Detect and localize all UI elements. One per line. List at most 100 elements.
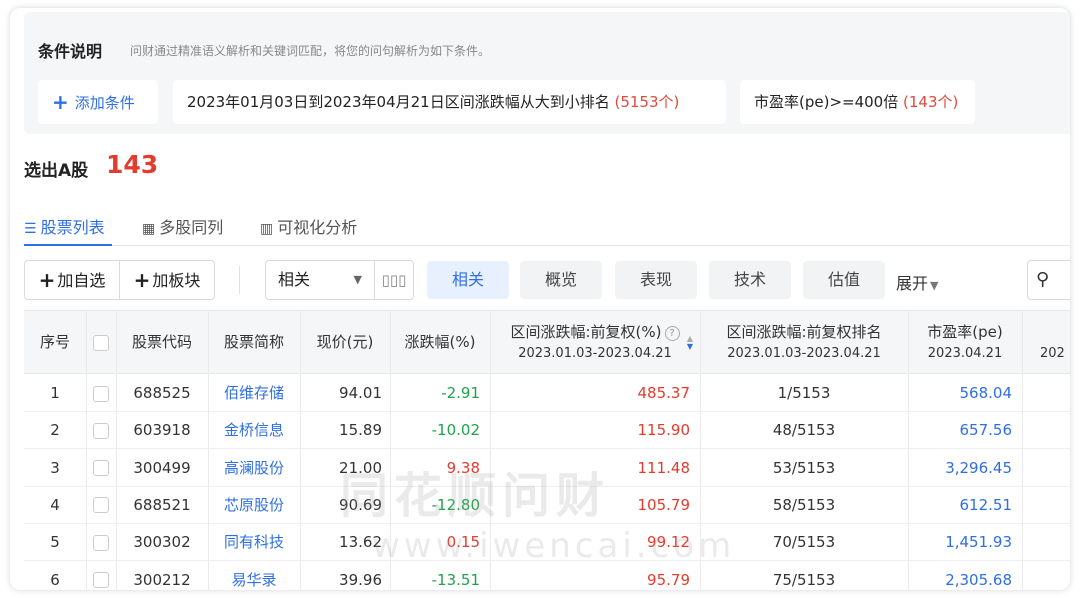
add-favorite-button[interactable]: + 加自选 xyxy=(24,260,120,300)
pe-value: 568.04 xyxy=(959,384,1013,402)
row-checkbox[interactable] xyxy=(93,385,109,402)
plus-icon: + xyxy=(52,90,69,114)
stock-code: 300212 xyxy=(133,570,191,589)
price-value: 15.89 xyxy=(339,421,382,440)
table-row[interactable]: 1 688525 佰维存储 94.01 -2.91 485.37 1/5153 568.04 xyxy=(24,375,1070,412)
table-row[interactable]: 4 688521 芯原股份 90.69 -12.80 105.79 58/5153 612.5… xyxy=(24,487,1070,524)
price-value: 94.01 xyxy=(339,384,382,402)
tab-label: 可视化分析 xyxy=(277,218,358,237)
table-row[interactable]: 3 300499 高澜股份 21.00 9.38 111.48 53/5153 3,296.4… xyxy=(24,450,1070,487)
range-rank-value: 53/5153 xyxy=(772,458,836,477)
row-checkbox-cell xyxy=(86,375,116,412)
header-change[interactable]: 涨跌幅(%) xyxy=(390,311,490,375)
tab-visual-analysis[interactable]: ▥ 可视化分析 xyxy=(260,214,357,238)
range-change-value: 95.79 xyxy=(647,570,690,589)
row-checkbox[interactable] xyxy=(93,497,109,514)
condition-chip-pe[interactable]: 市盈率(pe)>=400倍 (143个) xyxy=(740,80,975,124)
tab-multi-stock[interactable]: ▦ 多股同列 xyxy=(142,214,223,238)
select-all-checkbox[interactable] xyxy=(93,334,109,351)
row-index: 2 xyxy=(50,421,60,440)
pe-value: 1,451.93 xyxy=(945,533,1012,552)
table-row[interactable]: 5 300302 同有科技 13.62 0.15 99.12 70/5153 1,451.93 xyxy=(24,524,1070,562)
stock-name-link[interactable]: 高澜股份 xyxy=(208,450,300,487)
expand-label: 展开 xyxy=(896,274,929,293)
header-pe-date: 2023.04.21 xyxy=(927,346,1003,361)
filter-tab-related[interactable]: 相关 xyxy=(427,261,509,299)
column-settings-button[interactable]: ▯▯▯ xyxy=(374,260,414,300)
header-range-change[interactable]: 区间涨跌幅:前复权(%)? 2023.01.03-2023.04.21 ▲ ▼ xyxy=(490,311,700,375)
list-icon: ☰ xyxy=(24,221,37,237)
range-rank-value: 58/5153 xyxy=(772,495,836,514)
tab-label: 多股同列 xyxy=(159,218,224,237)
filter-tab-performance[interactable]: 表现 xyxy=(615,261,697,299)
stock-code: 603918 xyxy=(133,421,191,440)
result-count: 143 xyxy=(106,150,159,179)
row-checkbox[interactable] xyxy=(93,572,109,588)
range-rank-value: 1/5153 xyxy=(777,384,831,402)
stock-name-link[interactable]: 佰维存储 xyxy=(208,375,300,412)
condition-text: 2023年01月03日到2023年04月21日区间涨跌幅从大到小排名 xyxy=(187,93,610,111)
header-extra-date: 202 xyxy=(1040,346,1065,361)
filter-tab-overview[interactable]: 概览 xyxy=(520,261,602,299)
table-row[interactable]: 2 603918 金桥信息 15.89 -10.02 115.90 48/5153 657.5… xyxy=(24,412,1070,450)
add-block-button[interactable]: + 加板块 xyxy=(119,260,215,300)
pe-value: 3,296.45 xyxy=(945,458,1012,477)
pe-value: 612.51 xyxy=(959,495,1013,514)
header-index: 序号 xyxy=(39,333,70,351)
help-icon[interactable]: ? xyxy=(664,326,680,341)
header-extra[interactable]: 202 xyxy=(1022,311,1070,375)
stock-name-link[interactable]: 芯原股份 xyxy=(208,487,300,524)
change-value: -10.02 xyxy=(431,421,480,440)
add-favorite-label: 加自选 xyxy=(57,271,106,290)
range-change-value: 111.48 xyxy=(637,458,691,477)
row-index: 5 xyxy=(50,533,60,552)
header-range-change-date: 2023.01.03-2023.04.21 xyxy=(518,346,672,361)
header-select-all[interactable] xyxy=(86,311,116,375)
stock-code: 300302 xyxy=(133,533,191,552)
stock-name-link[interactable]: 易华录 xyxy=(208,562,300,591)
add-condition-button[interactable]: + 添加条件 xyxy=(38,80,158,124)
header-range-rank[interactable]: 区间涨跌幅:前复权排名 2023.01.03-2023.04.21 xyxy=(700,311,908,375)
sort-desc-icon[interactable]: ▲ ▼ xyxy=(686,335,694,351)
condition-count: (5153个) xyxy=(614,93,680,111)
change-value: -2.91 xyxy=(441,384,480,402)
filter-tab-valuation[interactable]: 估值 xyxy=(803,261,885,299)
row-index: 4 xyxy=(50,495,60,514)
stock-name-link[interactable]: 同有科技 xyxy=(208,524,300,561)
header-code[interactable]: 股票代码 xyxy=(116,311,208,375)
header-range-rank-label: 区间涨跌幅:前复权排名 xyxy=(726,323,882,341)
row-checkbox[interactable] xyxy=(93,422,109,439)
add-block-label: 加板块 xyxy=(152,271,201,290)
range-change-value: 105.79 xyxy=(637,495,691,514)
filter-tab-technical[interactable]: 技术 xyxy=(709,261,791,299)
row-checkbox-cell xyxy=(86,487,116,524)
sort-select[interactable]: 相关 ▼ xyxy=(265,260,375,300)
stock-name-link[interactable]: 金桥信息 xyxy=(208,412,300,449)
condition-chip-range[interactable]: 2023年01月03日到2023年04月21日区间涨跌幅从大到小排名 (5153… xyxy=(173,80,726,124)
table-search-input[interactable]: ⚲ xyxy=(1027,260,1070,300)
conditions-title: 条件说明 xyxy=(38,42,103,61)
conditions-description: 问财通过精准语义解析和关键词匹配，将您的问句解析为如下条件。 xyxy=(130,44,491,58)
tab-label: 股票列表 xyxy=(40,218,105,237)
change-value: -12.80 xyxy=(431,495,480,514)
header-name[interactable]: 股票简称 xyxy=(208,311,300,375)
row-checkbox[interactable] xyxy=(93,460,109,477)
header-price[interactable]: 现价(元) xyxy=(300,311,390,375)
plus-icon: + xyxy=(133,268,151,292)
plus-icon: + xyxy=(38,268,56,292)
tab-stock-list[interactable]: ☰ 股票列表 xyxy=(24,214,105,238)
row-checkbox-cell xyxy=(86,524,116,561)
header-range-rank-date: 2023.01.03-2023.04.21 xyxy=(727,346,881,361)
header-pe[interactable]: 市盈率(pe) 2023.04.21 xyxy=(908,311,1022,375)
range-rank-value: 70/5153 xyxy=(772,533,836,552)
price-value: 21.00 xyxy=(339,458,382,477)
table-row[interactable]: 6 300212 易华录 39.96 -13.51 95.79 75/5153 2,305.6… xyxy=(24,562,1070,591)
conditions-panel: 条件说明 问财通过精准语义解析和关键词匹配，将您的问句解析为如下条件。 + 添加条… xyxy=(24,12,1070,134)
change-value: 9.38 xyxy=(446,458,480,477)
expand-button[interactable]: 展开 ▼ xyxy=(896,270,938,294)
header-pe-label: 市盈率(pe) xyxy=(927,323,1003,341)
price-value: 39.96 xyxy=(339,570,382,589)
range-rank-value: 75/5153 xyxy=(772,570,836,589)
header-range-change-label: 区间涨跌幅:前复权(%) xyxy=(510,323,662,341)
row-checkbox[interactable] xyxy=(93,534,109,551)
